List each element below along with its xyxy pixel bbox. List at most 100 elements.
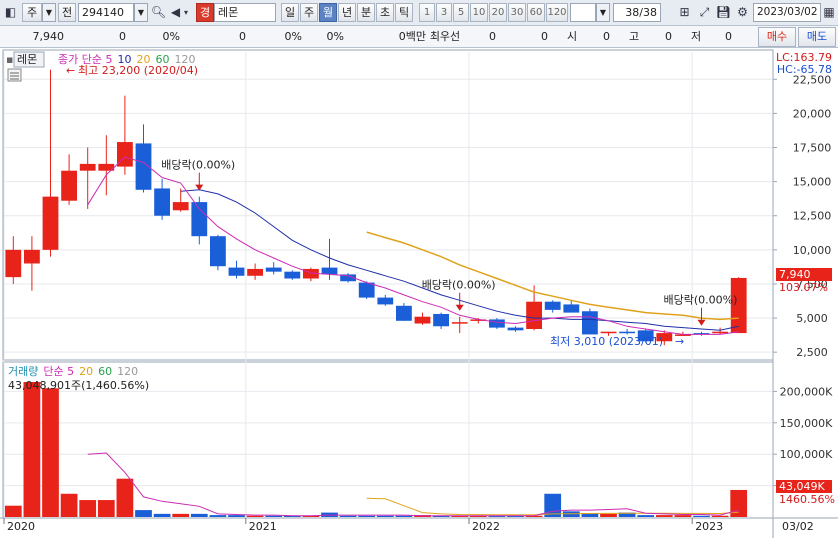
high-value: 0 <box>665 30 672 43</box>
quote-bar: 7,940 0 0% 0 0% 0% 0백만 최우선 0 0 시 0 고 0 저… <box>0 26 838 48</box>
best-ask-2: 0 <box>541 30 548 43</box>
crosshair-icon[interactable]: ⤢ <box>696 4 713 21</box>
candle-body <box>79 163 96 171</box>
price-tick-label: 10,000 <box>793 244 832 257</box>
candle-body <box>563 304 580 313</box>
trade-amount: 0백만 <box>398 30 426 43</box>
speaker-caret-icon[interactable]: ▾ <box>181 4 191 21</box>
interval-caret-icon[interactable]: ▼ <box>596 3 610 22</box>
volume-bar <box>42 388 59 517</box>
low-label: 저 <box>690 30 702 43</box>
last-percent-tag: 103.07% <box>779 281 828 294</box>
legend-item: 단순 5 <box>43 365 74 378</box>
interval-custom-input[interactable] <box>570 3 596 22</box>
high-annotation: 최고 23,200 (2020/04) <box>78 64 198 77</box>
candle-body <box>526 301 543 329</box>
price-tick-label: 12,500 <box>793 210 832 223</box>
last-volume-tag: 43,049K <box>779 480 825 493</box>
price-tick-label: 17,500 <box>793 142 832 155</box>
candle-body <box>42 196 59 250</box>
symbol-tab-label: 레몬 <box>17 53 37 66</box>
stock-code-input[interactable]: 294140 <box>78 3 134 22</box>
interval-button[interactable]: 60 <box>527 3 545 22</box>
volume-bar <box>4 505 22 517</box>
dividend-label: 배당락(0.00%) <box>664 294 738 307</box>
prefix-button[interactable]: 전 <box>58 3 76 22</box>
low-annotation: 최저 3,010 (2023/01) <box>550 335 663 348</box>
candle-body <box>209 236 226 267</box>
low-value: 0 <box>725 30 732 43</box>
amount-value: 0% <box>326 30 344 43</box>
x-axis-label: 2022 <box>472 520 500 533</box>
volume-bar <box>190 513 208 517</box>
period-tab[interactable]: 주 <box>300 3 318 22</box>
legend-grip-icon: ▪ <box>6 53 13 66</box>
interval-button[interactable]: 20 <box>489 3 507 22</box>
interval-button[interactable]: 5 <box>453 3 469 22</box>
volume-bar <box>358 515 376 517</box>
period-tab[interactable]: 초 <box>376 3 394 22</box>
volume-bar <box>265 515 283 517</box>
period-tab[interactable]: 분 <box>357 3 375 22</box>
dividend-label: 배당락(0.00%) <box>422 279 496 292</box>
candle-body <box>433 313 450 327</box>
save-icon[interactable]: 💾︎ <box>715 4 732 21</box>
last-volume-percent-tag: 1460.56% <box>779 493 835 506</box>
candle-body <box>507 327 524 331</box>
volume-bar <box>97 500 115 517</box>
candle-body <box>321 267 338 275</box>
x-axis-last-label: 03/02 <box>782 520 814 533</box>
interval-button[interactable]: 120 <box>546 3 568 22</box>
candle-body <box>414 316 431 324</box>
candle-body <box>358 282 375 298</box>
candle-body <box>265 267 282 272</box>
interval-button[interactable]: 10 <box>470 3 488 22</box>
price-tick-label: 2,500 <box>796 346 828 359</box>
candle-body <box>544 301 561 310</box>
price-tick-label: 5,000 <box>796 312 828 325</box>
open-label: 시 <box>566 30 578 43</box>
dividend-label: 배당락(0.00%) <box>161 159 235 172</box>
buy-button[interactable]: 매수 <box>758 27 796 47</box>
volume-bar <box>60 493 78 517</box>
candle-body <box>191 202 208 237</box>
price-volume-chart[interactable]: 2,5005,0007,50010,00012,50015,00017,5002… <box>0 48 838 538</box>
volume-bar <box>693 515 710 517</box>
group-badge[interactable]: 경 <box>196 3 214 22</box>
chart-toolbar: ◧ 주 ▼ 전 294140 ▼ 🔍︎ ◀ ▾ 경 레몬 일주월년분초틱 135… <box>0 0 838 26</box>
candle-body <box>395 305 412 321</box>
volume-tick-label: 100,000K <box>780 448 833 461</box>
chart-window-icon[interactable]: ◧ <box>2 4 19 21</box>
market-caret-icon[interactable]: ▼ <box>42 3 56 22</box>
volume-bar <box>23 382 41 517</box>
volume-bar <box>79 500 97 517</box>
volume-tick-label: 150,000K <box>780 417 833 430</box>
count-display[interactable]: 38/38 <box>613 3 661 22</box>
market-select[interactable]: 주 <box>22 3 42 22</box>
search-icon[interactable]: 🔍︎ <box>150 4 167 21</box>
candle-body <box>284 271 301 279</box>
period-tab[interactable]: 년 <box>338 3 356 22</box>
volume-bar <box>246 515 264 517</box>
interval-button[interactable]: 3 <box>436 3 452 22</box>
volume-max-annotation: 43,048,901주(1,460.56%) <box>8 379 149 392</box>
grid-plus-icon[interactable]: ⊞ <box>676 4 693 21</box>
period-tab[interactable]: 틱 <box>395 3 413 22</box>
calendar-icon[interactable]: ▦ <box>821 4 837 21</box>
interval-button[interactable]: 1 <box>419 3 435 22</box>
sell-button[interactable]: 매도 <box>798 27 836 47</box>
volume-bar <box>711 515 729 517</box>
period-tab[interactable]: 일 <box>281 3 299 22</box>
code-dropdown-icon[interactable]: ▼ <box>134 3 148 22</box>
volume-bar <box>376 515 394 517</box>
interval-button[interactable]: 30 <box>508 3 526 22</box>
chart-area[interactable]: 2,500 5,000 7,500 10,000 12,500 15,000 17,500 2… <box>0 48 838 538</box>
volume-bar <box>135 510 152 517</box>
gear-icon[interactable]: ⚙ <box>734 4 751 21</box>
volume-bar <box>655 515 673 517</box>
period-tab[interactable]: 월 <box>319 3 337 22</box>
legend-item: 120 <box>117 365 138 378</box>
date-input[interactable]: 2023/03/02 <box>753 3 821 22</box>
volume-percent: 0% <box>284 30 302 43</box>
legend-item: 거래량 <box>8 365 38 378</box>
